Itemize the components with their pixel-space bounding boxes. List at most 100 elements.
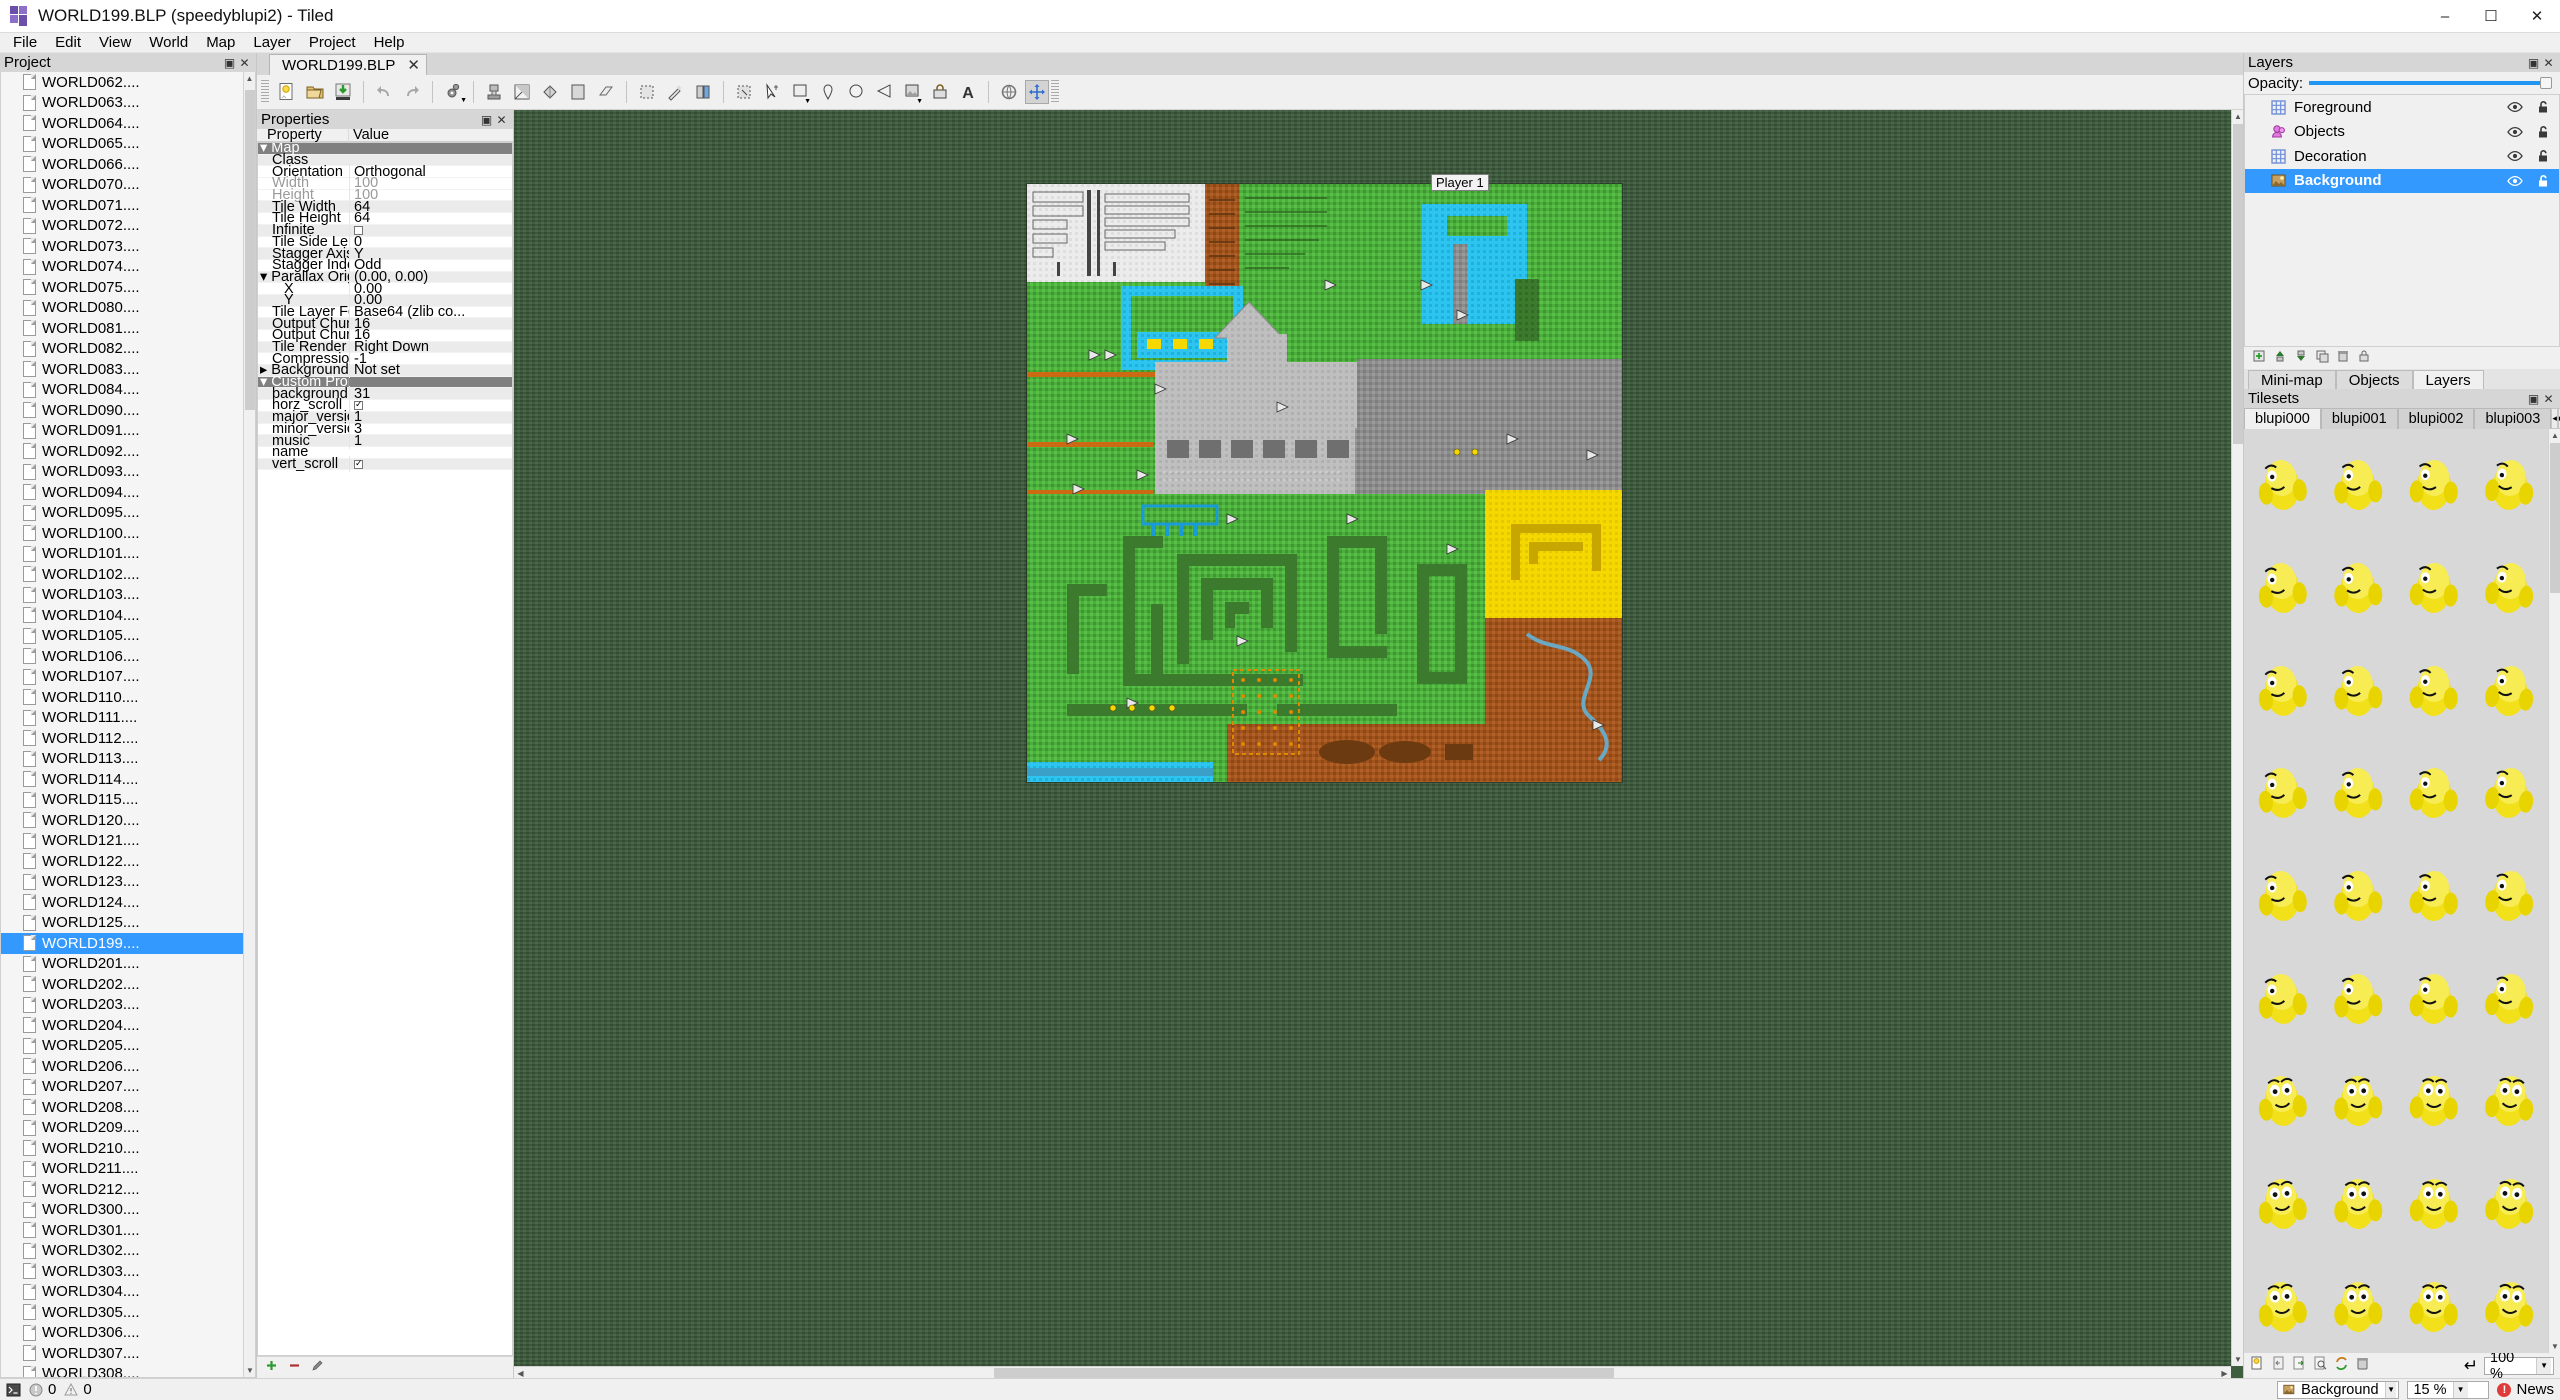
- tileset-tile-grid[interactable]: ▲ ▼: [2244, 429, 2560, 1353]
- project-file-item[interactable]: WORLD210....: [1, 1138, 255, 1159]
- tileset-tile[interactable]: [2320, 1250, 2396, 1353]
- project-file-item[interactable]: WORLD121....: [1, 831, 255, 852]
- layer-item-objects[interactable]: Objects: [2245, 120, 2559, 145]
- news-button[interactable]: ! News: [2497, 1381, 2554, 1398]
- menu-edit[interactable]: Edit: [46, 32, 90, 53]
- tileset-zoom-caret-icon[interactable]: ▼: [2536, 1357, 2551, 1374]
- project-file-item[interactable]: WORLD113....: [1, 749, 255, 770]
- project-file-item[interactable]: WORLD305....: [1, 1302, 255, 1323]
- tileset-tile[interactable]: [2320, 429, 2396, 532]
- tileset-tile[interactable]: [2396, 429, 2472, 532]
- rectangle-select-icon[interactable]: [635, 80, 659, 104]
- layer-item-decoration[interactable]: Decoration: [2245, 144, 2559, 169]
- project-close-icon[interactable]: ✕: [237, 55, 252, 70]
- tileset-tile[interactable]: [2396, 942, 2472, 1045]
- add-property-icon[interactable]: [265, 1359, 278, 1376]
- project-file-item[interactable]: WORLD306....: [1, 1323, 255, 1344]
- project-file-item[interactable]: WORLD102....: [1, 564, 255, 585]
- tileset-tab-blupi001[interactable]: blupi001: [2320, 408, 2398, 429]
- remove-property-icon[interactable]: [288, 1359, 301, 1376]
- open-file-icon[interactable]: [303, 80, 327, 104]
- tileset-tile[interactable]: [2472, 1148, 2548, 1251]
- project-file-item[interactable]: WORLD211....: [1, 1159, 255, 1180]
- project-file-item[interactable]: WORLD204....: [1, 1015, 255, 1036]
- property-value[interactable]: Not set: [349, 362, 512, 379]
- canvas-horizontal-scrollbar[interactable]: ◀ ▶: [514, 1366, 2231, 1378]
- project-file-item[interactable]: WORLD091....: [1, 421, 255, 442]
- tilesets-float-icon[interactable]: ▣: [2526, 391, 2541, 406]
- current-layer-combo[interactable]: Background ▼: [2277, 1380, 2400, 1399]
- layers-float-icon[interactable]: ▣: [2526, 55, 2541, 70]
- property-checkbox[interactable]: [354, 458, 363, 469]
- project-scroll-up[interactable]: ▲: [244, 72, 255, 85]
- project-file-item[interactable]: WORLD125....: [1, 913, 255, 934]
- canvas-vertical-scrollbar[interactable]: ▲ ▼: [2231, 110, 2243, 1366]
- stamp-brush-icon[interactable]: [482, 80, 506, 104]
- shape-fill-icon[interactable]: [566, 80, 590, 104]
- project-file-item[interactable]: WORLD206....: [1, 1056, 255, 1077]
- embed-tileset-icon[interactable]: [2271, 1356, 2286, 1376]
- tileset-tile[interactable]: [2396, 1148, 2472, 1251]
- tileset-tile[interactable]: [2396, 1250, 2472, 1353]
- project-file-item[interactable]: WORLD105....: [1, 626, 255, 647]
- properties-float-icon[interactable]: ▣: [479, 112, 494, 127]
- tileset-tile[interactable]: [2472, 532, 2548, 635]
- project-file-item[interactable]: WORLD081....: [1, 318, 255, 339]
- insert-tile-icon[interactable]: ▼: [900, 80, 924, 105]
- new-map-icon[interactable]: [275, 80, 299, 104]
- project-file-item[interactable]: WORLD063....: [1, 93, 255, 114]
- tileset-tile[interactable]: [2320, 737, 2396, 840]
- tileset-tile[interactable]: [2244, 737, 2320, 840]
- insert-polygon-icon[interactable]: [872, 80, 896, 104]
- project-file-item[interactable]: WORLD104....: [1, 605, 255, 626]
- lock-layer-icon[interactable]: [2357, 348, 2371, 368]
- project-file-item[interactable]: WORLD106....: [1, 646, 255, 667]
- insert-text-icon[interactable]: A: [956, 80, 980, 104]
- layer-item-foreground[interactable]: Foreground: [2245, 95, 2559, 120]
- properties-close-icon[interactable]: ✕: [494, 112, 509, 127]
- project-file-item[interactable]: WORLD115....: [1, 790, 255, 811]
- lower-layer-icon[interactable]: [2294, 348, 2308, 368]
- project-file-item[interactable]: WORLD122....: [1, 851, 255, 872]
- layer-lock-toggle[interactable]: [2533, 174, 2553, 188]
- tab-mini-map[interactable]: Mini-map: [2248, 370, 2336, 389]
- project-float-icon[interactable]: ▣: [222, 55, 237, 70]
- tileset-tile[interactable]: [2396, 737, 2472, 840]
- canvas-scroll-up[interactable]: ▲: [2232, 110, 2243, 123]
- remove-tileset-icon[interactable]: [2355, 1356, 2370, 1376]
- canvas-scroll-down[interactable]: ▼: [2232, 1353, 2243, 1366]
- project-file-item[interactable]: WORLD308....: [1, 1364, 255, 1377]
- tileset-tile[interactable]: [2396, 1045, 2472, 1148]
- project-file-item[interactable]: WORLD094....: [1, 482, 255, 503]
- current-layer-caret-icon[interactable]: ▼: [2384, 1381, 2397, 1398]
- canvas-hscroll-thumb[interactable]: [994, 1368, 1614, 1378]
- toolbar-grip-end[interactable]: [1051, 80, 1059, 104]
- redo-icon[interactable]: [400, 80, 424, 104]
- project-file-item[interactable]: WORLD066....: [1, 154, 255, 175]
- edit-polygons-icon[interactable]: [732, 80, 756, 104]
- tileset-tile[interactable]: [2244, 429, 2320, 532]
- tileset-tile[interactable]: [2396, 532, 2472, 635]
- map-tiles[interactable]: [1027, 184, 1622, 782]
- project-file-item[interactable]: WORLD114....: [1, 769, 255, 790]
- project-file-item[interactable]: WORLD202....: [1, 974, 255, 995]
- warning-indicator[interactable]: 0: [64, 1381, 92, 1398]
- tileset-tile[interactable]: [2320, 840, 2396, 943]
- project-file-item[interactable]: WORLD212....: [1, 1179, 255, 1200]
- project-file-item[interactable]: WORLD111....: [1, 708, 255, 729]
- tileset-tile[interactable]: [2472, 942, 2548, 1045]
- insert-template-icon[interactable]: [928, 80, 952, 104]
- tileset-tile[interactable]: [2320, 634, 2396, 737]
- property-value[interactable]: 1: [349, 432, 512, 449]
- tileset-tile[interactable]: [2472, 1045, 2548, 1148]
- map-viewport[interactable]: Player 1: [514, 110, 2231, 1366]
- project-file-item[interactable]: WORLD090....: [1, 400, 255, 421]
- project-file-item[interactable]: WORLD071....: [1, 195, 255, 216]
- project-file-item[interactable]: WORLD092....: [1, 441, 255, 462]
- menu-project[interactable]: Project: [300, 32, 365, 53]
- tab-close-icon[interactable]: ✕: [407, 56, 420, 74]
- tileset-tab-blupi003[interactable]: blupi003: [2474, 408, 2552, 429]
- layer-lock-toggle[interactable]: [2533, 149, 2553, 163]
- project-file-item[interactable]: WORLD301....: [1, 1220, 255, 1241]
- menu-help[interactable]: Help: [365, 32, 414, 53]
